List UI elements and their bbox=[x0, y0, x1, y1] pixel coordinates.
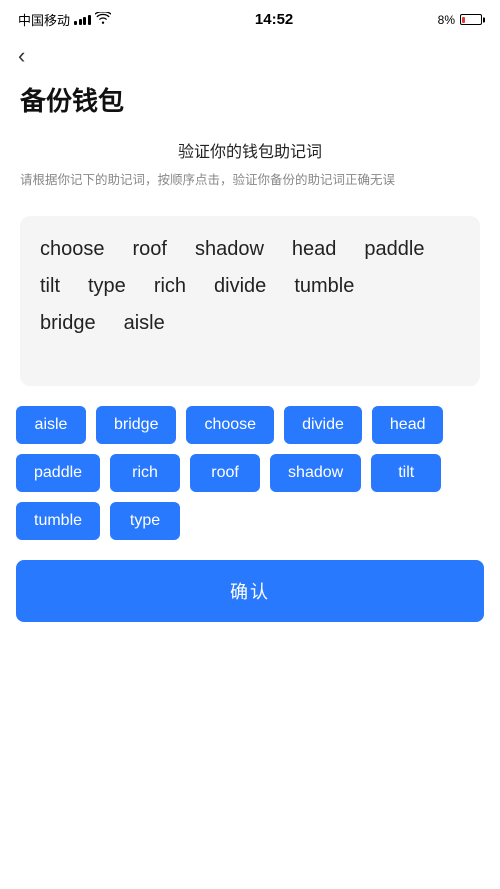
display-word-item: type bbox=[88, 275, 126, 298]
selectable-word-button[interactable]: paddle bbox=[16, 454, 100, 492]
selectable-word-button[interactable]: divide bbox=[284, 406, 362, 444]
battery-percent: 8% bbox=[438, 13, 455, 27]
display-word-item: tilt bbox=[40, 275, 60, 298]
display-word-item: roof bbox=[133, 238, 167, 261]
status-left: 中国移动 bbox=[18, 10, 111, 29]
selectable-word-button[interactable]: type bbox=[110, 502, 180, 540]
selectable-word-button[interactable]: aisle bbox=[16, 406, 86, 444]
display-word-item: divide bbox=[214, 275, 266, 298]
status-bar: 中国移动 14:52 8% bbox=[0, 0, 500, 35]
selectable-word-button[interactable]: shadow bbox=[270, 454, 361, 492]
selectable-word-button[interactable]: head bbox=[372, 406, 444, 444]
signal-icon bbox=[74, 15, 91, 25]
word-buttons-area: aisle bridge choose divide head paddle richroo… bbox=[0, 406, 500, 540]
verify-section: 验证你的钱包助记词 请根据你记下的助记词，按顺序点击，验证你备份的助记词正确无误 bbox=[0, 138, 500, 202]
confirm-area: 确认 bbox=[0, 560, 500, 652]
display-word-item: aisle bbox=[124, 312, 165, 335]
carrier-label: 中国移动 bbox=[18, 10, 70, 29]
display-word-item: rich bbox=[154, 275, 186, 298]
battery-icon bbox=[460, 14, 482, 25]
display-word-item: paddle bbox=[364, 238, 424, 261]
selectable-word-button[interactable]: choose bbox=[186, 406, 274, 444]
selectable-word-button[interactable]: bridge bbox=[96, 406, 176, 444]
selectable-word-button[interactable]: tilt bbox=[371, 454, 441, 492]
selectable-word-button[interactable]: roof bbox=[190, 454, 260, 492]
display-word-item: head bbox=[292, 238, 337, 261]
back-button[interactable]: ‹ bbox=[0, 35, 500, 73]
status-right: 8% bbox=[438, 13, 482, 27]
selectable-word-button[interactable]: tumble bbox=[16, 502, 100, 540]
page-title: 备份钱包 bbox=[0, 73, 500, 138]
word-buttons-grid: aisle bridge choose divide head paddle richroo… bbox=[16, 406, 484, 540]
verify-description: 请根据你记下的助记词，按顺序点击，验证你备份的助记词正确无误 bbox=[20, 170, 480, 190]
wifi-icon bbox=[95, 12, 111, 27]
selectable-word-button[interactable]: rich bbox=[110, 454, 180, 492]
display-word-item: choose bbox=[40, 238, 105, 261]
verify-title: 验证你的钱包助记词 bbox=[20, 138, 480, 162]
word-display-area: choose roof shadow head paddle tilt type rich di… bbox=[20, 216, 480, 386]
back-arrow-icon: ‹ bbox=[18, 43, 25, 68]
display-words-row: choose roof shadow head paddle tilt type rich di… bbox=[40, 238, 460, 349]
confirm-button[interactable]: 确认 bbox=[16, 560, 484, 622]
display-word-item: shadow bbox=[195, 238, 264, 261]
display-word-item: tumble bbox=[294, 275, 354, 298]
display-word-item: bridge bbox=[40, 312, 96, 335]
status-time: 14:52 bbox=[255, 11, 293, 28]
